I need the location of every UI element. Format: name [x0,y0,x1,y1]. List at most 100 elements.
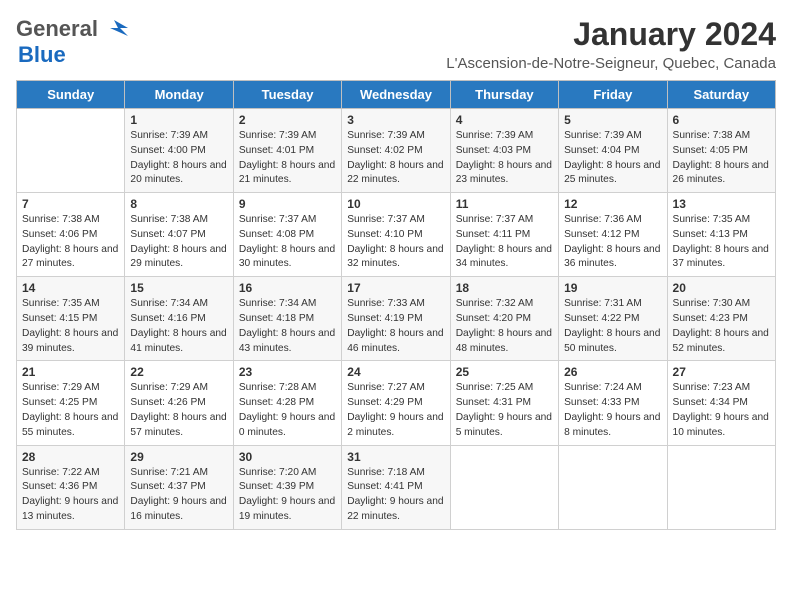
calendar-cell: 18 Sunrise: 7:32 AMSunset: 4:20 PMDayligh… [450,277,558,361]
day-info: Sunrise: 7:23 AMSunset: 4:34 PMDaylight:… [673,381,770,440]
day-info: Sunrise: 7:28 AMSunset: 4:28 PMDaylight:… [239,381,336,440]
day-number: 12 [564,197,661,211]
day-info: Sunrise: 7:25 AMSunset: 4:31 PMDaylight:… [456,381,553,440]
day-number: 29 [130,450,227,464]
location-title: L'Ascension-de-Notre-Seigneur, Quebec, C… [446,55,776,72]
day-info: Sunrise: 7:35 AMSunset: 4:13 PMDaylight:… [673,213,770,272]
day-info: Sunrise: 7:37 AMSunset: 4:11 PMDaylight:… [456,213,553,272]
day-number: 16 [239,281,336,295]
day-header-sunday: Sunday [17,81,125,109]
calendar-cell: 4 Sunrise: 7:39 AMSunset: 4:03 PMDaylight… [450,109,558,193]
calendar-cell: 24Sunrise: 7:27 AMSunset: 4:29 PMDayligh… [342,361,450,445]
calendar-header: Sunday Monday Tuesday Wednesday Thursday… [17,81,776,109]
page-header: General Blue January 2024 L'Ascension-de… [16,16,776,72]
day-info: Sunrise: 7:34 AMSunset: 4:16 PMDaylight:… [130,297,227,356]
calendar-week-row: 14 Sunrise: 7:35 AMSunset: 4:15 PMDayligh… [17,277,776,361]
day-header-saturday: Saturday [667,81,775,109]
calendar-cell: 28 Sunrise: 7:22 AMSunset: 4:36 PMDayligh… [17,445,125,529]
day-info: Sunrise: 7:37 AMSunset: 4:08 PMDaylight:… [239,213,336,272]
day-number: 4 [456,113,553,127]
day-info: Sunrise: 7:29 AMSunset: 4:25 PMDaylight:… [22,381,119,440]
day-info: Sunrise: 7:37 AMSunset: 4:10 PMDaylight:… [347,213,444,272]
day-info: Sunrise: 7:38 AMSunset: 4:06 PMDaylight:… [22,213,119,272]
day-number: 28 [22,450,119,464]
day-info: Sunrise: 7:36 AMSunset: 4:12 PMDaylight:… [564,213,661,272]
day-number: 7 [22,197,119,211]
calendar-cell: 21Sunrise: 7:29 AMSunset: 4:25 PMDayligh… [17,361,125,445]
day-number: 25 [456,365,553,379]
calendar-cell: 20 Sunrise: 7:30 AMSunset: 4:23 PMDayligh… [667,277,775,361]
day-number: 6 [673,113,770,127]
calendar-cell: 30Sunrise: 7:20 AMSunset: 4:39 PMDayligh… [233,445,341,529]
calendar-cell: 6 Sunrise: 7:38 AMSunset: 4:05 PMDaylight… [667,109,775,193]
day-number: 30 [239,450,336,464]
day-info: Sunrise: 7:21 AMSunset: 4:37 PMDaylight:… [130,466,227,525]
day-info: Sunrise: 7:39 AMSunset: 4:03 PMDaylight:… [456,129,553,188]
day-number: 3 [347,113,444,127]
day-header-wednesday: Wednesday [342,81,450,109]
day-info: Sunrise: 7:29 AMSunset: 4:26 PMDaylight:… [130,381,227,440]
day-info: Sunrise: 7:31 AMSunset: 4:22 PMDaylight:… [564,297,661,356]
calendar-cell: 3 Sunrise: 7:39 AMSunset: 4:02 PMDaylight… [342,109,450,193]
day-number: 1 [130,113,227,127]
calendar-week-row: 21Sunrise: 7:29 AMSunset: 4:25 PMDayligh… [17,361,776,445]
day-info: Sunrise: 7:38 AMSunset: 4:07 PMDaylight:… [130,213,227,272]
day-number: 18 [456,281,553,295]
calendar-cell: 5 Sunrise: 7:39 AMSunset: 4:04 PMDaylight… [559,109,667,193]
calendar-cell: 2 Sunrise: 7:39 AMSunset: 4:01 PMDaylight… [233,109,341,193]
title-section: January 2024 L'Ascension-de-Notre-Seigne… [446,16,776,72]
day-header-monday: Monday [125,81,233,109]
day-header-thursday: Thursday [450,81,558,109]
day-number: 5 [564,113,661,127]
calendar-cell: 22 Sunrise: 7:29 AMSunset: 4:26 PMDayligh… [125,361,233,445]
day-info: Sunrise: 7:38 AMSunset: 4:05 PMDaylight:… [673,129,770,188]
calendar-cell: 23 Sunrise: 7:28 AMSunset: 4:28 PMDayligh… [233,361,341,445]
calendar-cell: 10 Sunrise: 7:37 AMSunset: 4:10 PMDayligh… [342,193,450,277]
calendar-cell: 19 Sunrise: 7:31 AMSunset: 4:22 PMDayligh… [559,277,667,361]
calendar-cell: 31Sunrise: 7:18 AMSunset: 4:41 PMDayligh… [342,445,450,529]
days-of-week-row: Sunday Monday Tuesday Wednesday Thursday… [17,81,776,109]
day-number: 15 [130,281,227,295]
calendar-cell [667,445,775,529]
calendar-body: 1 Sunrise: 7:39 AMSunset: 4:00 PMDaylight… [17,109,776,530]
day-number: 8 [130,197,227,211]
calendar-cell: 14 Sunrise: 7:35 AMSunset: 4:15 PMDayligh… [17,277,125,361]
calendar-cell: 1 Sunrise: 7:39 AMSunset: 4:00 PMDaylight… [125,109,233,193]
day-info: Sunrise: 7:39 AMSunset: 4:01 PMDaylight:… [239,129,336,188]
day-number: 23 [239,365,336,379]
day-number: 11 [456,197,553,211]
calendar-cell: 9Sunrise: 7:37 AMSunset: 4:08 PMDaylight… [233,193,341,277]
day-info: Sunrise: 7:39 AMSunset: 4:02 PMDaylight:… [347,129,444,188]
day-info: Sunrise: 7:24 AMSunset: 4:33 PMDaylight:… [564,381,661,440]
day-info: Sunrise: 7:35 AMSunset: 4:15 PMDaylight:… [22,297,119,356]
day-number: 31 [347,450,444,464]
day-number: 10 [347,197,444,211]
calendar-cell: 25 Sunrise: 7:25 AMSunset: 4:31 PMDayligh… [450,361,558,445]
day-number: 19 [564,281,661,295]
calendar-cell: 29 Sunrise: 7:21 AMSunset: 4:37 PMDayligh… [125,445,233,529]
day-number: 20 [673,281,770,295]
day-info: Sunrise: 7:22 AMSunset: 4:36 PMDaylight:… [22,466,119,525]
month-title: January 2024 [446,16,776,53]
day-number: 26 [564,365,661,379]
day-info: Sunrise: 7:34 AMSunset: 4:18 PMDaylight:… [239,297,336,356]
calendar-cell: 15 Sunrise: 7:34 AMSunset: 4:16 PMDayligh… [125,277,233,361]
logo-blue-text: Blue [18,42,66,68]
day-info: Sunrise: 7:39 AMSunset: 4:00 PMDaylight:… [130,129,227,188]
logo-bird-icon [100,18,128,40]
day-info: Sunrise: 7:30 AMSunset: 4:23 PMDaylight:… [673,297,770,356]
calendar-week-row: 1 Sunrise: 7:39 AMSunset: 4:00 PMDaylight… [17,109,776,193]
day-info: Sunrise: 7:39 AMSunset: 4:04 PMDaylight:… [564,129,661,188]
day-number: 17 [347,281,444,295]
calendar-table: Sunday Monday Tuesday Wednesday Thursday… [16,80,776,530]
calendar-cell: 13Sunrise: 7:35 AMSunset: 4:13 PMDayligh… [667,193,775,277]
logo-general-text: General [16,16,98,42]
calendar-cell: 16 Sunrise: 7:34 AMSunset: 4:18 PMDayligh… [233,277,341,361]
day-number: 2 [239,113,336,127]
logo: General Blue [16,16,128,68]
day-header-friday: Friday [559,81,667,109]
day-info: Sunrise: 7:32 AMSunset: 4:20 PMDaylight:… [456,297,553,356]
calendar-cell: 11 Sunrise: 7:37 AMSunset: 4:11 PMDayligh… [450,193,558,277]
day-number: 22 [130,365,227,379]
day-number: 14 [22,281,119,295]
